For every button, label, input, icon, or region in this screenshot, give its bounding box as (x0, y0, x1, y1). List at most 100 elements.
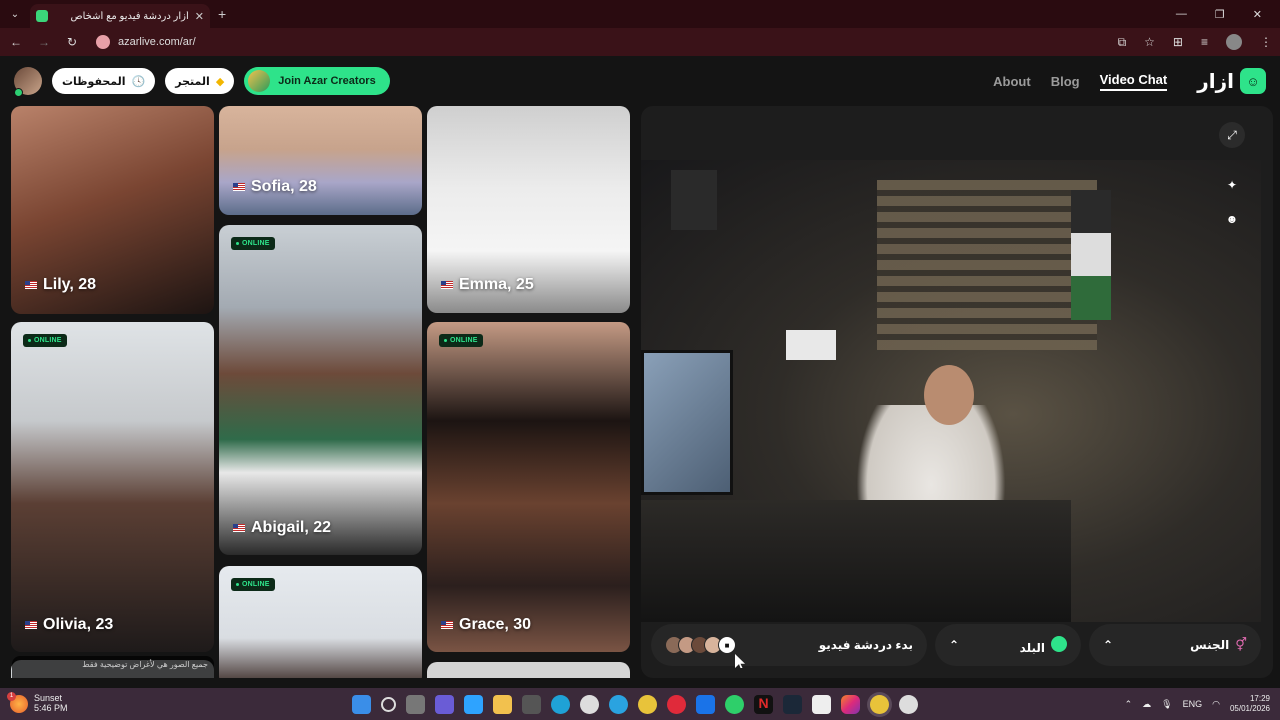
main-nav: About Blog Video Chat ازار ☺ (993, 68, 1266, 94)
close-window-icon[interactable]: ✕ (1253, 8, 1262, 21)
mask-face-icon[interactable]: ☻ (1219, 206, 1245, 232)
teams-icon[interactable] (435, 694, 454, 714)
gem-icon: ◆ (215, 75, 225, 88)
menu-icon[interactable]: ⋮ (1260, 35, 1272, 49)
sun-icon: 1 (7, 692, 28, 713)
whatsapp-icon[interactable] (725, 694, 744, 714)
mic-icon[interactable]: 🎙 (1161, 699, 1172, 710)
profile-card-online-partial[interactable]: ONLINE (219, 566, 422, 678)
profile-name: Abigail, 22 (233, 519, 331, 537)
online-badge: ONLINE (23, 334, 67, 347)
weather-widget[interactable]: 1 Sunset 5:46 PM (7, 692, 68, 714)
language-indicator[interactable]: ENG (1183, 699, 1203, 709)
telegram-icon[interactable] (609, 694, 628, 714)
search-icon[interactable] (381, 696, 396, 712)
bookmark-star-icon[interactable]: ☆ (1144, 35, 1155, 49)
profile-name: Lily, 28 (25, 276, 96, 294)
preview-faces: ■ (665, 636, 736, 654)
video-camera-icon: ■ (718, 636, 736, 654)
wifi-icon[interactable]: ◠ (1212, 699, 1220, 710)
minimize-icon[interactable]: — (1176, 8, 1187, 21)
site-info-icon[interactable] (96, 35, 110, 49)
chrome-active-icon[interactable] (870, 694, 889, 714)
network-icon[interactable]: ☁ (1142, 699, 1151, 710)
close-tab-icon[interactable]: ✕ (195, 10, 204, 23)
chrome-icon[interactable] (638, 694, 657, 714)
url-field[interactable]: azarlive.com/ar/ (96, 35, 196, 49)
store-button[interactable]: المتجر ◆ (165, 68, 235, 94)
online-dot-icon (14, 88, 23, 97)
reload-icon[interactable]: ↻ (64, 35, 80, 49)
tab-search-icon[interactable]: ⌄ (4, 3, 26, 25)
extensions-icon[interactable]: ⊞ (1173, 35, 1183, 49)
clock-date: 05/01/2026 (1229, 704, 1270, 713)
forward-icon[interactable]: → (36, 35, 52, 49)
person-head (924, 365, 974, 425)
nav-about-link[interactable]: About (993, 74, 1031, 89)
flag-icon (441, 621, 453, 629)
profile-card-sofia[interactable]: Sofia, 28 (219, 106, 422, 215)
profile-card-lily[interactable]: Lily, 28 (11, 106, 214, 314)
flag-icon (25, 621, 37, 629)
copilot-icon[interactable] (464, 694, 483, 714)
nav-blog-link[interactable]: Blog (1051, 74, 1080, 89)
saved-button[interactable]: المحفوظات 🕓 (52, 68, 156, 94)
flag-icon (25, 281, 37, 289)
dropbox-icon[interactable] (696, 694, 715, 714)
profile-card-partial-2[interactable] (427, 662, 630, 678)
netflix-icon[interactable]: N (754, 694, 773, 714)
new-tab-button[interactable]: + (218, 6, 226, 22)
profile-name: Emma, 25 (441, 276, 534, 294)
reading-list-icon[interactable]: ≡ (1201, 35, 1208, 49)
online-badge: ONLINE (439, 334, 483, 347)
back-icon[interactable]: ← (8, 35, 24, 49)
chevron-up-icon: ⌃ (1103, 638, 1114, 652)
start-label: بدء دردشة فيديو (818, 638, 913, 652)
country-label: البلد (1019, 640, 1045, 655)
address-bar-row: ← → ↻ azarlive.com/ar/ ⧉ ☆ ⊞ ≡ ⋮ (0, 28, 1280, 56)
gender-filter-button[interactable]: ⌃ الجنس ⚥ (1089, 624, 1261, 666)
maximize-icon[interactable]: ❐ (1215, 8, 1225, 21)
clock-time: 17:29 (1249, 694, 1270, 704)
store-icon[interactable] (522, 694, 541, 714)
gender-icon: ⚥ (1235, 637, 1247, 652)
join-creators-button[interactable]: Join Azar Creators (244, 67, 390, 95)
add-app-icon[interactable] (812, 694, 831, 714)
chatgpt-icon[interactable] (580, 694, 599, 714)
online-badge: ONLINE (231, 237, 275, 250)
azar-logo[interactable]: ازار ☺ (1197, 68, 1266, 94)
country-filter-button[interactable]: ⌃ البلد (935, 624, 1081, 666)
steam-icon[interactable] (783, 694, 802, 714)
chevron-up-icon[interactable]: ⌃ (1125, 699, 1133, 710)
start-icon[interactable] (352, 694, 371, 714)
browser-tab[interactable]: أزار دردشة فيديو مع أشخاص ✕ (30, 4, 210, 28)
profile-avatar-icon[interactable] (1226, 34, 1242, 50)
monitor (641, 350, 733, 495)
camera-preview (641, 160, 1261, 622)
online-badge: ONLINE (231, 578, 275, 591)
edge-icon[interactable] (551, 694, 570, 714)
openai-icon[interactable] (899, 694, 918, 714)
site-header: المحفوظات 🕓 المتجر ◆ Join Azar Creators … (0, 56, 1280, 106)
profile-card-grace[interactable]: ONLINE Grace, 30 (427, 322, 630, 652)
browser-tab-bar: ⌄ أزار دردشة فيديو مع أشخاص ✕ + — ❐ ✕ (0, 0, 1280, 28)
system-clock[interactable]: 17:29 05/01/2026 (1230, 694, 1270, 713)
nav-video-chat-link[interactable]: Video Chat (1099, 72, 1168, 91)
wall-poster (786, 330, 836, 360)
pinterest-icon[interactable] (667, 694, 686, 714)
instagram-icon[interactable] (841, 694, 860, 714)
file-explorer-icon[interactable] (493, 694, 512, 714)
fullscreen-button[interactable]: ⤢ (1219, 122, 1245, 148)
flag-icon (233, 183, 245, 191)
user-avatar[interactable] (14, 67, 42, 97)
task-view-icon[interactable] (406, 694, 425, 714)
start-video-chat-button[interactable]: ■ بدء دردشة فيديو (651, 624, 927, 666)
favicon-icon (36, 10, 48, 22)
profile-card-abigail[interactable]: ONLINE Abigail, 22 (219, 225, 422, 555)
clock-icon: 🕓 (131, 75, 146, 88)
profile-card-olivia[interactable]: ONLINE Olivia, 23 (11, 322, 214, 652)
effects-sparkle-icon[interactable]: ✦ (1219, 172, 1245, 198)
profile-name: Olivia, 23 (25, 616, 113, 634)
install-app-icon[interactable]: ⧉ (1118, 35, 1127, 50)
profile-card-emma[interactable]: Emma, 25 (427, 106, 630, 313)
